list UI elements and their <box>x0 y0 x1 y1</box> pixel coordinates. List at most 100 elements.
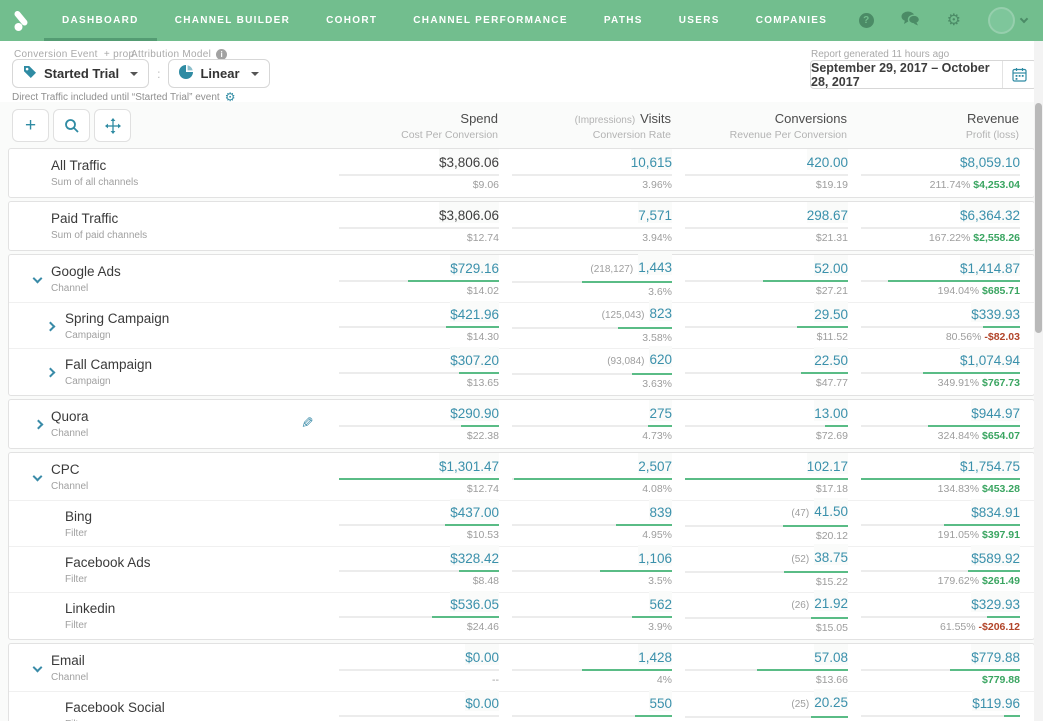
metric-value[interactable]: 20.25 <box>814 689 848 710</box>
metric-value[interactable]: 13.00 <box>814 400 848 421</box>
metric-value[interactable]: 2,507 <box>638 453 672 474</box>
dashboard-main: + Spend <box>0 102 1043 721</box>
header-spend[interactable]: Spend Cost Per Conversion <box>338 108 498 148</box>
row-name[interactable]: Email <box>51 653 326 668</box>
metric-value[interactable]: $307.20 <box>450 347 499 368</box>
metric-value[interactable]: 823 <box>649 300 672 321</box>
row-name[interactable]: All Traffic <box>51 158 326 173</box>
metric-value[interactable]: $0.00 <box>465 690 499 711</box>
row-name[interactable]: Spring Campaign <box>65 311 326 326</box>
row-name[interactable]: Facebook Social <box>65 700 326 715</box>
metric-value[interactable]: $328.42 <box>450 545 499 566</box>
row-name[interactable]: Linkedin <box>65 601 326 616</box>
metric-value[interactable]: 10,615 <box>631 149 672 170</box>
metric-value[interactable]: 21.92 <box>814 590 848 611</box>
row-name[interactable]: Google Ads <box>51 264 326 279</box>
metric-value[interactable]: $437.00 <box>450 499 499 520</box>
metric-value[interactable]: 22.50 <box>814 347 848 368</box>
metric-value[interactable]: 57.08 <box>814 644 848 665</box>
nav-item-cohort[interactable]: COHORT <box>308 0 395 41</box>
help-icon[interactable]: ? <box>859 13 874 28</box>
table-row[interactable]: Facebook Ads Filter $328.42 $8.48 1,106 … <box>9 546 1034 592</box>
nav-item-users[interactable]: USERS <box>661 0 738 41</box>
metric-value[interactable]: 1,106 <box>638 545 672 566</box>
nav-item-channel-performance[interactable]: CHANNEL PERFORMANCE <box>395 0 586 41</box>
metric-value[interactable]: $1,301.47 <box>439 453 499 474</box>
metric-value[interactable]: 52.00 <box>814 255 848 276</box>
row-name[interactable]: Fall Campaign <box>65 357 326 372</box>
avatar[interactable] <box>988 7 1015 34</box>
table-row[interactable]: CPC Channel $1,301.47 $12.74 2,507 4.08%… <box>9 454 1034 500</box>
metric-value[interactable]: $589.92 <box>971 545 1020 566</box>
metric-value[interactable]: 102.17 <box>807 453 848 474</box>
search-button[interactable] <box>53 109 90 142</box>
metric-value[interactable]: $329.93 <box>971 591 1020 612</box>
metric-value[interactable]: $3,806.06 <box>439 149 499 170</box>
user-menu[interactable] <box>988 7 1027 34</box>
metric-value[interactable]: 839 <box>649 499 672 520</box>
metric-value[interactable]: $834.91 <box>971 499 1020 520</box>
metric-value[interactable]: $290.90 <box>450 400 499 421</box>
header-revenue[interactable]: Revenue Profit (loss) <box>860 108 1019 148</box>
metric-value[interactable]: 620 <box>649 346 672 367</box>
table-row[interactable]: Google Ads Channel $729.16 $14.02 (218,1… <box>9 256 1034 302</box>
metric-value[interactable]: 420.00 <box>807 149 848 170</box>
table-row[interactable]: Linkedin Filter $536.05 $24.46 562 3.9% … <box>9 592 1034 638</box>
metric-value[interactable]: $0.00 <box>465 644 499 665</box>
metric-value[interactable]: $6,364.32 <box>960 202 1020 223</box>
row-name[interactable]: Quora <box>51 409 326 424</box>
metric-value[interactable]: 38.75 <box>814 544 848 565</box>
add-channel-button[interactable]: + <box>12 109 49 142</box>
table-row[interactable]: Fall Campaign Campaign $307.20 $13.65 (9… <box>9 348 1034 394</box>
table-row[interactable]: Email Channel $0.00 -- 1,428 4% 57.08 $1… <box>9 645 1034 691</box>
row-name[interactable]: Bing <box>65 509 326 524</box>
metric-value[interactable]: $339.93 <box>971 301 1020 322</box>
nav-item-channel-builder[interactable]: CHANNEL BUILDER <box>157 0 308 41</box>
attribution-model-select[interactable]: Linear <box>168 59 269 88</box>
edit-pencil-icon[interactable]: ✎ <box>301 414 314 432</box>
date-range-picker[interactable]: September 29, 2017 – October 28, 2017 <box>810 60 1037 89</box>
metric-value[interactable]: $1,754.75 <box>960 453 1020 474</box>
metric-value[interactable]: $729.16 <box>450 255 499 276</box>
metric-value[interactable]: $944.97 <box>971 400 1020 421</box>
nav-item-dashboard[interactable]: DASHBOARD <box>44 0 157 41</box>
row-name[interactable]: CPC <box>51 462 326 477</box>
metric-value[interactable]: 1,443 <box>638 254 672 275</box>
metric-value[interactable]: $421.96 <box>450 301 499 322</box>
conversion-event-select[interactable]: Started Trial <box>12 59 149 88</box>
header-visits[interactable]: (Impressions)Visits Conversion Rate <box>511 108 671 148</box>
metric-value[interactable]: $3,806.06 <box>439 202 499 223</box>
metric-value[interactable]: $536.05 <box>450 591 499 612</box>
move-reorder-button[interactable] <box>94 109 131 142</box>
metric-value[interactable]: 550 <box>649 690 672 711</box>
table-row[interactable]: ✎ Quora Channel $290.90 $22.38 275 4.73%… <box>9 401 1034 447</box>
row-name[interactable]: Paid Traffic <box>51 211 326 226</box>
metric-value[interactable]: 1,428 <box>638 644 672 665</box>
metric-value[interactable]: 562 <box>649 591 672 612</box>
nav-item-paths[interactable]: PATHS <box>586 0 661 41</box>
metric-value[interactable]: $779.88 <box>971 644 1020 665</box>
metric-value[interactable]: $1,074.94 <box>960 347 1020 368</box>
scrollbar-track[interactable] <box>1034 41 1043 721</box>
table-row[interactable]: Bing Filter $437.00 $10.53 839 4.95% (47… <box>9 500 1034 546</box>
metric-value[interactable]: $1,414.87 <box>960 255 1020 276</box>
metric-value[interactable]: 7,571 <box>638 202 672 223</box>
chat-icon[interactable] <box>901 11 920 30</box>
metric-value[interactable]: 41.50 <box>814 498 848 519</box>
app-logo-icon[interactable] <box>0 0 44 41</box>
metric-value[interactable]: 29.50 <box>814 301 848 322</box>
table-row[interactable]: Facebook Social Filter $0.00 -- 550 3.68… <box>9 691 1034 721</box>
table-row[interactable]: All Traffic Sum of all channels $3,806.0… <box>9 150 1034 196</box>
metric-value[interactable]: $8,059.10 <box>960 149 1020 170</box>
nav-item-companies[interactable]: COMPANIES <box>738 0 846 41</box>
calendar-icon[interactable] <box>1002 61 1036 88</box>
gear-icon[interactable]: ⚙ <box>947 13 961 29</box>
table-row[interactable]: Paid Traffic Sum of paid channels $3,806… <box>9 203 1034 249</box>
metric-value[interactable]: 298.67 <box>807 202 848 223</box>
metric-value[interactable]: 275 <box>649 400 672 421</box>
header-conversions[interactable]: Conversions Revenue Per Conversion <box>684 108 847 148</box>
metric-value[interactable]: $119.96 <box>972 690 1020 711</box>
scrollbar-thumb[interactable] <box>1035 103 1042 333</box>
row-name[interactable]: Facebook Ads <box>65 555 326 570</box>
table-row[interactable]: Spring Campaign Campaign $421.96 $14.30 … <box>9 302 1034 348</box>
